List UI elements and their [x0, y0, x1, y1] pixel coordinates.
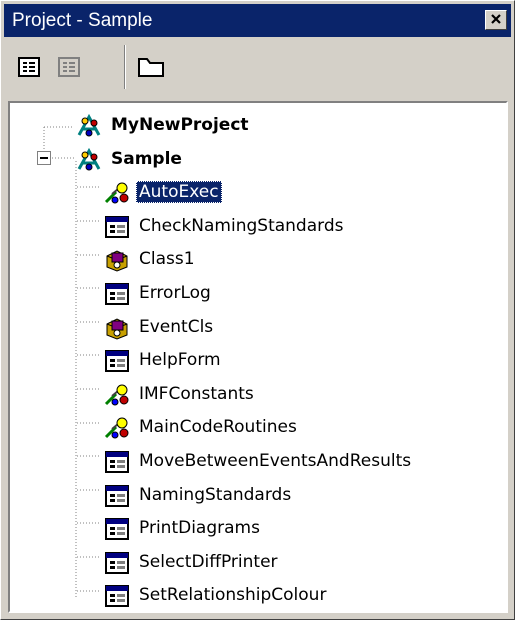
tree-node-label: Class1 — [139, 249, 195, 270]
tree-node-label: SelectDiffPrinter — [139, 551, 278, 572]
tree-node-label: MainCodeRoutines — [139, 417, 297, 438]
tree-node-label: IMFConstants — [139, 383, 254, 404]
form-icon — [104, 550, 130, 576]
tree-node-label: Sample — [111, 148, 182, 169]
title-bar[interactable]: Project - Sample — [4, 4, 511, 37]
view-object-icon — [58, 57, 80, 77]
form-icon — [104, 483, 130, 509]
macro-icon — [104, 180, 130, 206]
class-module-icon — [104, 315, 130, 341]
form-icon — [104, 516, 130, 542]
macro-icon — [104, 415, 130, 441]
collapse-toggle-sample[interactable] — [37, 151, 51, 165]
project-icon — [76, 113, 102, 139]
view-object-button[interactable] — [54, 52, 84, 82]
toggle-folders-button[interactable] — [136, 52, 166, 82]
tree-node-label: MoveBetweenEventsAndResults — [139, 451, 412, 471]
macro-icon — [104, 382, 130, 408]
project-explorer-window: Project - Sample MyNewProject Sample Aut… — [0, 0, 515, 620]
form-icon — [104, 449, 130, 475]
toolbar-separator — [124, 45, 126, 89]
tree-node-label: EventCls — [139, 316, 214, 337]
folder-icon — [138, 58, 164, 77]
close-button[interactable] — [485, 10, 507, 30]
view-code-button[interactable] — [14, 52, 44, 82]
tree-node-label: CheckNamingStandards — [139, 215, 344, 236]
form-icon — [104, 583, 130, 609]
close-icon — [491, 14, 501, 24]
tree-node-label: NamingStandards — [139, 484, 292, 505]
tree-node-label: MyNewProject — [111, 115, 249, 135]
toolbar — [4, 39, 511, 97]
project-tree[interactable]: MyNewProject Sample AutoExec CheckNamingSta… — [8, 101, 508, 613]
form-icon — [104, 281, 130, 307]
project-icon — [76, 147, 102, 173]
tree-node-label: PrintDiagrams — [139, 518, 260, 539]
tree-node-label: HelpForm — [139, 350, 221, 371]
tree-node-label: SetRelationshipColour — [139, 585, 327, 606]
window-title: Project - Sample — [12, 10, 153, 31]
form-icon — [104, 214, 130, 240]
view-code-icon — [18, 57, 40, 77]
tree-node-label: ErrorLog — [139, 283, 211, 303]
tree-node-label: AutoExec — [136, 181, 222, 204]
form-icon — [104, 348, 130, 374]
class-module-icon — [104, 247, 130, 273]
